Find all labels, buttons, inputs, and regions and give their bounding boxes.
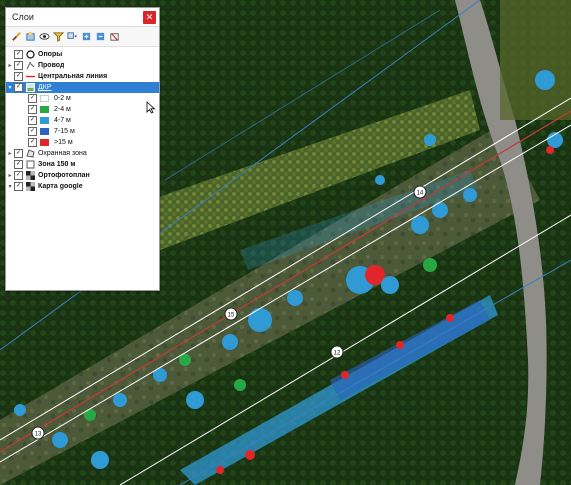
- tower-15[interactable]: 15: [224, 307, 238, 321]
- tower-15-label: 15: [228, 313, 235, 319]
- layer-visibility-checkbox[interactable]: ✓: [14, 182, 23, 191]
- legend-checkbox[interactable]: ✓: [28, 105, 37, 114]
- layer-label: Охранная зона: [38, 150, 87, 157]
- filter-icon[interactable]: [52, 31, 64, 43]
- legend-checkbox[interactable]: ✓: [28, 127, 37, 136]
- polygon-icon: [26, 149, 35, 158]
- layer-expander[interactable]: ▾: [6, 84, 14, 91]
- layer-row-zone-150[interactable]: ✓ Зона 150 м: [6, 159, 159, 170]
- tower-12[interactable]: 12: [330, 345, 344, 359]
- layer-expander[interactable]: ▸: [6, 172, 14, 179]
- layer-label: Опоры: [38, 51, 63, 58]
- layer-tree: ✓ Опоры ▸ ✓ Провод ✓ Центральная линия ▾…: [6, 47, 159, 192]
- legend-swatch-gt15: [40, 139, 49, 146]
- layer-expander[interactable]: ▸: [6, 150, 14, 157]
- legend-row[interactable]: ✓ 2-4 м: [6, 104, 159, 115]
- expand-all-icon[interactable]: [80, 31, 92, 43]
- layer-visibility-checkbox[interactable]: ✓: [14, 50, 23, 59]
- raster-checker-icon: [26, 182, 35, 191]
- layer-visibility-checkbox[interactable]: ✓: [14, 83, 23, 92]
- style-brush-icon[interactable]: [10, 31, 22, 43]
- legend-swatch-2-4: [40, 106, 49, 113]
- line-style-icon: [26, 61, 35, 70]
- layer-label: Зона 150 м: [38, 161, 76, 168]
- legend-swatch-0-2: [40, 95, 49, 102]
- layers-toolbar: [6, 27, 159, 47]
- layer-row-protection-zone[interactable]: ▸ ✓ Охранная зона: [6, 148, 159, 159]
- layer-visibility-checkbox[interactable]: ✓: [14, 160, 23, 169]
- layers-panel-titlebar: Слои ✕: [6, 8, 159, 27]
- layer-visibility-checkbox[interactable]: ✓: [14, 61, 23, 70]
- layer-label: Провод: [38, 62, 65, 69]
- tower-12-label: 12: [334, 351, 341, 357]
- layer-expander[interactable]: ▾: [6, 183, 14, 190]
- layer-row-provod[interactable]: ▸ ✓ Провод: [6, 60, 159, 71]
- tower-14[interactable]: 14: [413, 185, 427, 199]
- layer-label: Ортофотоплан: [38, 172, 90, 179]
- layer-row-orthophoto[interactable]: ▸ ✓ Ортофотоплан: [6, 170, 159, 181]
- close-button[interactable]: ✕: [143, 10, 156, 24]
- layers-panel-title: Слои: [12, 12, 34, 22]
- point-circle-icon: [26, 50, 35, 59]
- tower-14-label: 14: [417, 191, 424, 197]
- legend-row[interactable]: ✓ >15 м: [6, 137, 159, 148]
- layer-label: Карта google: [38, 183, 83, 190]
- legend-row[interactable]: ✓ 0-2 м: [6, 93, 159, 104]
- legend-swatch-7-15: [40, 128, 49, 135]
- layer-visibility-checkbox[interactable]: ✓: [14, 171, 23, 180]
- polygon-white-icon: [26, 160, 35, 169]
- legend-row[interactable]: ✓ 4-7 м: [6, 115, 159, 126]
- layer-row-dkr[interactable]: ▾ ✓ ДКР: [6, 82, 159, 93]
- layer-visibility-checkbox[interactable]: ✓: [14, 72, 23, 81]
- remove-layer-icon[interactable]: [108, 31, 120, 43]
- raster-icon: [26, 83, 35, 92]
- legend-swatch-4-7: [40, 117, 49, 124]
- autumn-forest: [500, 0, 571, 120]
- layer-row-google-map[interactable]: ▾ ✓ Карта google: [6, 181, 159, 192]
- collapse-all-icon[interactable]: [94, 31, 106, 43]
- layer-visibility-checkbox[interactable]: ✓: [14, 149, 23, 158]
- legend-checkbox[interactable]: ✓: [28, 94, 37, 103]
- eye-icon[interactable]: [38, 31, 50, 43]
- layer-expander[interactable]: ▸: [6, 62, 14, 69]
- filter-dropdown-icon[interactable]: [66, 31, 78, 43]
- legend-label: 7-15 м: [54, 128, 75, 135]
- raster-checker-icon: [26, 171, 35, 180]
- red-line-icon: [26, 72, 35, 81]
- legend-checkbox[interactable]: ✓: [28, 116, 37, 125]
- mouse-cursor-icon: [146, 101, 156, 114]
- layer-label: Центральная линия: [38, 73, 108, 80]
- layer-row-opory[interactable]: ✓ Опоры: [6, 49, 159, 60]
- layer-label: ДКР: [38, 84, 52, 91]
- legend-row[interactable]: ✓ 7-15 м: [6, 126, 159, 137]
- legend-label: 4-7 м: [54, 117, 71, 124]
- layers-panel: Слои ✕ ✓ Опоры ▸ ✓ Провод ✓ Центральная …: [5, 7, 160, 291]
- legend-checkbox[interactable]: ✓: [28, 138, 37, 147]
- add-group-icon[interactable]: [24, 31, 36, 43]
- tower-13[interactable]: 13: [31, 426, 45, 440]
- layer-row-central-line[interactable]: ✓ Центральная линия: [6, 71, 159, 82]
- legend-label: >15 м: [54, 139, 73, 146]
- tower-13-label: 13: [35, 432, 42, 438]
- legend-label: 0-2 м: [54, 95, 71, 102]
- legend-label: 2-4 м: [54, 106, 71, 113]
